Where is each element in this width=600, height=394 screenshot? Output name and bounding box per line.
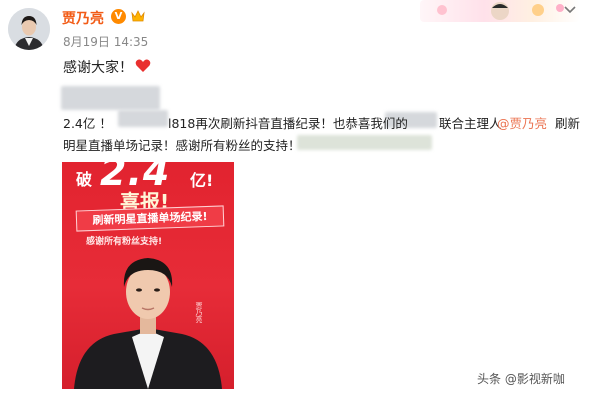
post-image[interactable]: 破 2.4 亿! 喜报! 刷新明星直播单场纪录! 感谢所有粉丝支持! 贾乃亮 [62, 162, 234, 389]
blurred-area [61, 86, 160, 110]
post-text: 感谢大家！ [63, 60, 133, 76]
heart-icon [135, 59, 151, 72]
blurred-area [297, 135, 432, 150]
watermark: 头条 @影视新咖 [477, 372, 565, 386]
post-body-text: 联合主理人 [439, 116, 502, 131]
post-time[interactable]: 8月19日 14:35 [63, 33, 148, 50]
author-name[interactable]: 贾乃亮 [62, 8, 104, 28]
person-illustration [74, 258, 222, 389]
post-body-text: l818再次刷新抖音直播纪录！也恭喜我们的 [168, 116, 408, 131]
verified-badge-icon: V [111, 9, 126, 24]
avatar[interactable] [8, 8, 50, 50]
post-body-text: 明星直播单场记录！感谢所有粉丝的支持！ [63, 138, 301, 153]
crown-icon [131, 10, 145, 22]
post-body-text: 2.4亿 ！ [63, 116, 112, 131]
chevron-down-icon[interactable] [563, 4, 577, 16]
post-body-text: 刷新 [555, 116, 581, 131]
decoration-banner [420, 0, 580, 22]
blurred-area [118, 110, 168, 127]
mention-link[interactable]: @贾乃亮 [497, 113, 547, 132]
